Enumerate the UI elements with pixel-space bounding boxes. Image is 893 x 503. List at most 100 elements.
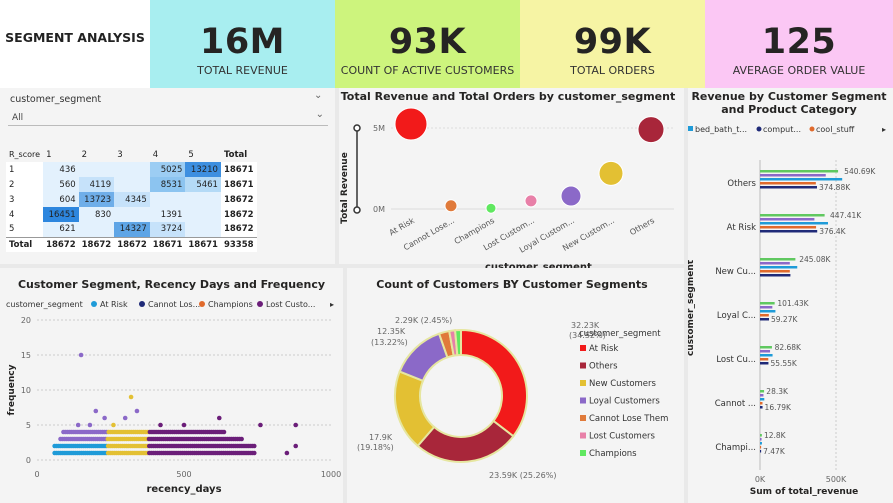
matrix-row-total: 18672	[220, 222, 257, 237]
donut-legend-swatch	[580, 415, 586, 421]
scatter-point	[75, 422, 81, 428]
bubble-point	[637, 116, 665, 144]
matrix-cell	[150, 192, 186, 207]
hbar-data-label: 540.69K	[844, 167, 876, 176]
hbar-xtick: 0K	[755, 475, 766, 484]
scatter-point	[216, 415, 222, 421]
bubble-category-label: Others	[628, 216, 656, 237]
scatter-point	[93, 408, 99, 414]
chevron-right-icon[interactable]: ▸	[882, 125, 886, 134]
hbar-bar	[760, 230, 818, 233]
legend-swatch	[257, 301, 263, 307]
legend-title: customer_segment	[6, 300, 83, 309]
hbar-data-label: 376.4K	[819, 227, 846, 236]
donut-legend-label: Lost Customers	[589, 432, 656, 442]
matrix-cell	[185, 192, 221, 207]
bubble-point	[485, 202, 497, 214]
scatter-point	[128, 394, 134, 400]
kpi-value: 16M	[199, 22, 286, 62]
legend-label: Champions	[208, 300, 253, 309]
matrix-cell: 8531	[149, 177, 186, 192]
kpi-value: 93K	[388, 22, 467, 62]
chevron-right-icon[interactable]: ▸	[330, 300, 334, 309]
matrix-header-cell: 1	[46, 149, 52, 160]
scatter-point	[87, 422, 93, 428]
hbar-bar	[760, 354, 773, 357]
donut-label: 2.29K (2.45%)	[395, 316, 452, 325]
hbar-bar	[760, 266, 798, 269]
hbar-data-label: 55.55K	[770, 359, 797, 368]
hbar-data-label: 447.41K	[830, 211, 862, 220]
hbar-bar	[760, 274, 791, 277]
bubble-ytick: 0M	[373, 205, 385, 214]
legend-label: comput...	[763, 125, 801, 134]
scatter-xtick: 0	[34, 470, 39, 479]
hbar-data-label: 7.47K	[763, 447, 786, 456]
hbar-bar	[760, 346, 772, 349]
donut-legend-label: Cannot Lose Them	[589, 414, 668, 424]
kpi-label: TOTAL ORDERS	[570, 64, 655, 77]
hbar-bar	[760, 306, 773, 309]
hbar-category-label: Champi...	[715, 443, 756, 453]
donut-chart: 32.23K (34.52%) 23.59K (25.26%) 17.9K (1…	[357, 316, 668, 480]
hbar-bar	[760, 262, 790, 265]
matrix-cell: 14327	[114, 222, 150, 237]
matrix-grand-total: 93358	[223, 239, 254, 250]
scatter-point	[293, 443, 299, 449]
hbar-category-label: Lost Cu...	[716, 355, 756, 365]
hbar-bar	[760, 446, 762, 449]
hbar-bar	[760, 174, 826, 177]
donut-label: (19.18%)	[357, 443, 394, 452]
scatter-point	[239, 436, 244, 442]
matrix-header-cell: 2	[81, 149, 88, 160]
bubble-y-slider-handle[interactable]	[353, 206, 361, 214]
hbar-data-label: 16.79K	[765, 403, 792, 412]
scatter-point	[158, 422, 163, 428]
kpi-label: COUNT OF ACTIVE CUSTOMERS	[340, 64, 515, 77]
matrix-header-cell: Total	[223, 149, 248, 160]
matrix-cell: 5461	[185, 177, 221, 192]
kpi-label: TOTAL REVENUE	[197, 64, 288, 77]
hbar-data-label: 59.27K	[771, 315, 798, 324]
matrix-cell: 621	[59, 224, 76, 235]
matrix-cell: 5025	[149, 162, 186, 177]
hbar-bar	[760, 442, 762, 445]
bubble-point	[394, 107, 428, 141]
hbar-bar	[760, 258, 796, 261]
bubble-y-slider-handle[interactable]	[353, 124, 361, 132]
scatter-chart: customer_segment At Risk Cannot Los... C…	[6, 300, 341, 495]
matrix-total-cell: 18671	[152, 239, 183, 250]
donut-legend-swatch	[580, 432, 586, 439]
matrix-row-label: 1	[6, 162, 44, 177]
hbar-data-label: 245.08K	[799, 255, 831, 264]
matrix-cell: 1391	[160, 209, 183, 220]
donut-legend-swatch	[580, 362, 586, 369]
matrix-cell	[79, 222, 115, 237]
hbar-bar	[760, 402, 763, 405]
bubble-point	[444, 199, 458, 213]
slicer-field-label: customer_segment	[10, 94, 102, 105]
hbar-bar	[760, 358, 769, 361]
donut-legend-swatch	[580, 450, 586, 456]
hbar-bar	[760, 394, 764, 397]
slicer-dropdown[interactable]: All ⌄	[8, 109, 328, 126]
hbar-data-label: 82.68K	[775, 343, 802, 352]
scatter-point	[122, 415, 128, 421]
legend-swatch	[139, 301, 145, 307]
matrix-total-cell: 18671	[188, 239, 218, 250]
bubble-point	[560, 185, 582, 207]
donut-label: (13.22%)	[371, 338, 408, 347]
matrix-header-cell: 3	[117, 149, 123, 160]
hbar-xlabel: Sum of total_revenue	[750, 487, 859, 497]
donut-legend-label: New Customers	[589, 379, 657, 389]
bubble-chart-panel: Total Revenue and Total Orders by custom…	[339, 88, 684, 273]
legend-label: Lost Custo...	[266, 300, 315, 309]
matrix-cell	[185, 222, 221, 237]
hbar-xtick: 500K	[826, 475, 847, 484]
hbar-bar	[760, 222, 829, 225]
matrix-total-row: Total 18672 18672 18672 18671 18671 9335…	[6, 237, 257, 252]
matrix-row: 3 604 13723 4345 18672	[6, 192, 257, 207]
chevron-down-icon[interactable]: ⌄	[314, 90, 322, 101]
donut-slice	[394, 370, 436, 448]
scatter-xlabel: recency_days	[146, 484, 221, 495]
